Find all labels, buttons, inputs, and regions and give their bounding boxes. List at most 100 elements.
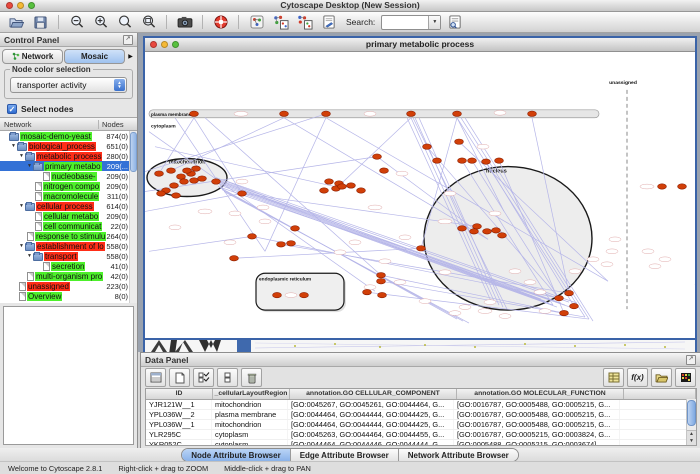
tree-scrollbar-thumb[interactable] [130, 132, 137, 172]
network-node[interactable] [280, 111, 289, 116]
tab-network-attribute-browser[interactable]: Network Attribute Browser [399, 449, 518, 461]
tree-row-overview[interactable]: Overview8(0) [0, 291, 130, 301]
network-node[interactable] [325, 179, 334, 184]
network-node[interactable] [492, 228, 501, 233]
network-window-titlebar[interactable]: primary metabolic process [145, 38, 695, 52]
network-window[interactable]: primary metabolic process nucleus mitoch… [143, 36, 697, 340]
zoom-out-icon[interactable] [66, 13, 87, 31]
tree-row-nitrogen-compo[interactable]: nitrogen compo209(0) [0, 181, 130, 191]
import-attributes-icon[interactable] [651, 368, 672, 387]
network-node[interactable] [357, 188, 366, 193]
tree-row-mosaic-demo-yeast[interactable]: mosaic-demo-yeast874(0) [0, 131, 130, 141]
tree-row-macromolecule[interactable]: macromolecule311(0) [0, 191, 130, 201]
tab-edge-attribute-browser[interactable]: Edge Attribute Browser [291, 449, 399, 461]
column-header-region[interactable]: _cellularLayoutRegion [213, 389, 290, 399]
network-node[interactable] [347, 183, 356, 188]
expand-arrow-icon[interactable]: ▼ [18, 243, 25, 249]
network-node[interactable] [320, 188, 329, 193]
network-node[interactable] [192, 166, 201, 171]
network-node[interactable] [170, 183, 179, 188]
tree-row-biological-process[interactable]: ▼biological_process651(0) [0, 141, 130, 151]
network-node[interactable] [570, 303, 579, 308]
zoom-in-icon[interactable] [90, 13, 111, 31]
column-header-cellular-component[interactable]: annotation.GO CELLULAR_COMPONENT [290, 389, 457, 399]
network-node[interactable] [433, 158, 442, 163]
tree-scrollbar[interactable] [129, 131, 137, 303]
open-file-icon[interactable] [6, 13, 27, 31]
tab-mosaic[interactable]: Mosaic [64, 49, 125, 64]
table-scrollbar-arrows[interactable]: ▲▼ [687, 430, 696, 445]
network-node[interactable] [473, 224, 482, 229]
network-node[interactable] [453, 111, 462, 116]
select-attributes-icon[interactable] [145, 368, 166, 387]
zoom-fit-icon[interactable] [138, 13, 159, 31]
tree-row-response-to-stimulu[interactable]: response to stimulu264(0) [0, 231, 130, 241]
network-node[interactable] [678, 184, 687, 189]
network-node[interactable] [157, 191, 166, 196]
modify-attributes-icon[interactable] [193, 368, 214, 387]
tree-row-cell-communicat[interactable]: cell communicat22(0) [0, 221, 130, 231]
tab-network[interactable]: Network [2, 49, 63, 64]
network-node[interactable] [380, 168, 389, 173]
network-node[interactable] [287, 241, 296, 246]
column-header-molecular-function[interactable]: annotation.GO MOLECULAR_FUNCTION [457, 389, 624, 399]
table-scrollbar-thumb[interactable] [687, 400, 696, 426]
float-panel-icon[interactable]: ↗ [686, 355, 696, 365]
save-icon[interactable] [30, 13, 51, 31]
network-node[interactable] [458, 158, 467, 163]
tree-row-transport[interactable]: ▼transport558(0) [0, 251, 130, 261]
tree-row-nucleobase-[interactable]: nucleobase-209(0) [0, 171, 130, 181]
birdseye-view-panel[interactable] [3, 306, 134, 445]
annotation-icon[interactable] [318, 13, 339, 31]
tree-column-network[interactable]: Network [0, 120, 99, 129]
tree-row-unassigned[interactable]: unassigned223(0) [0, 281, 130, 291]
search-dropdown-icon[interactable]: ▼ [428, 16, 440, 29]
network-node[interactable] [273, 292, 282, 297]
expand-arrow-icon[interactable]: ▼ [26, 253, 33, 259]
tab-node-attribute-browser[interactable]: Node Attribute Browser [182, 449, 291, 461]
expand-arrow-icon[interactable]: ▼ [18, 153, 25, 159]
tree-column-nodes[interactable]: Nodes [99, 120, 137, 129]
network-node[interactable] [238, 191, 247, 196]
network-node[interactable] [495, 158, 504, 163]
network-node[interactable] [363, 289, 372, 294]
network-node[interactable] [378, 292, 387, 297]
network-canvas[interactable]: nucleus mitochondrion endoplasmic reticu… [145, 52, 695, 338]
network-node[interactable] [470, 229, 479, 234]
delete-attribute-trash-icon[interactable] [241, 368, 262, 387]
zoom-selected-icon[interactable] [114, 13, 135, 31]
network-node[interactable] [528, 111, 537, 116]
network-node[interactable] [455, 139, 464, 144]
network-node[interactable] [377, 273, 386, 278]
network-node[interactable] [291, 226, 300, 231]
expand-arrow-icon[interactable]: ▼ [18, 203, 25, 209]
network-node[interactable] [190, 111, 199, 116]
node-color-select[interactable]: transporter activity ▲▼ [10, 77, 127, 93]
network-node[interactable] [248, 234, 257, 239]
network-node[interactable] [190, 178, 199, 183]
network-node[interactable] [417, 246, 426, 251]
combo-stepper-icon[interactable]: ▲▼ [114, 79, 125, 91]
network-node[interactable] [300, 292, 309, 297]
network-node[interactable] [373, 154, 382, 159]
search-input[interactable]: ▼ [381, 15, 441, 30]
help-lifering-icon[interactable] [210, 13, 231, 31]
tree-row-establishment-of-lo[interactable]: ▼establishment of lo558(0) [0, 241, 130, 251]
network-node[interactable] [172, 193, 181, 198]
network-node[interactable] [377, 279, 386, 284]
network-node[interactable] [177, 174, 186, 179]
table-scrollbar[interactable]: ▲▼ [686, 399, 696, 445]
float-panel-icon[interactable]: ↗ [123, 35, 133, 45]
network-node[interactable] [230, 256, 239, 261]
network-node[interactable] [322, 111, 331, 116]
network-node[interactable] [212, 179, 221, 184]
network-node[interactable] [565, 290, 574, 295]
enhanced-search-icon[interactable] [444, 13, 465, 31]
network-node[interactable] [183, 168, 192, 173]
network-node[interactable] [555, 295, 564, 300]
new-attribute-icon[interactable] [169, 368, 190, 387]
table-row-ypl036w__2[interactable]: YPL036W__2plasma membrane[GO:0044464, GO… [146, 410, 696, 420]
expand-arrow-icon[interactable]: ▼ [10, 143, 17, 149]
network-node[interactable] [483, 229, 492, 234]
network-node[interactable] [482, 159, 491, 164]
